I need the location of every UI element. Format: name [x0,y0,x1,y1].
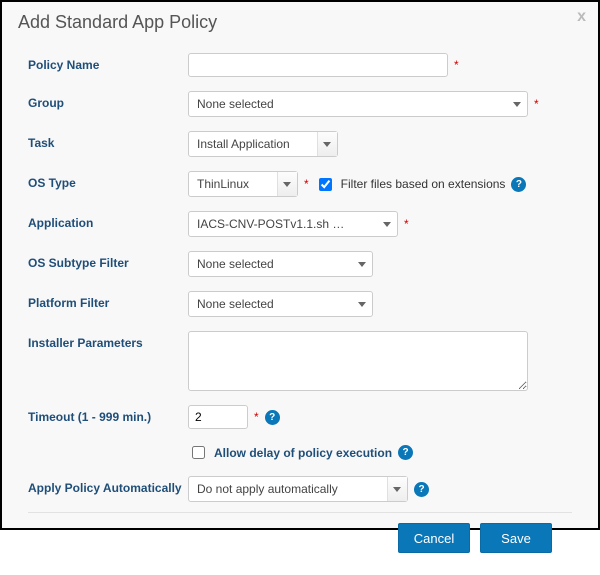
row-policy-name: Policy Name * [28,53,572,77]
help-icon[interactable]: ? [398,445,413,460]
os-subtype-select[interactable]: None selected [188,251,373,277]
close-icon[interactable]: x [577,8,586,26]
row-group: Group None selected * [28,91,572,117]
row-task: Task Install Application [28,131,572,157]
footer-divider [28,512,572,513]
dialog-body: Policy Name * Group None selected * Task [2,41,598,575]
row-application: Application IACS-CNV-POSTv1.1.sh (2 Repo… [28,211,572,237]
row-allow-delay: Allow delay of policy execution ? [28,443,572,462]
label-task: Task [28,131,188,150]
application-select-text: IACS-CNV-POSTv1.1.sh (2 Reposi [189,212,367,236]
required-mark: * [304,177,309,191]
label-timeout: Timeout (1 - 999 min.) [28,405,188,424]
spacer-label [28,443,188,448]
filter-files-label: Filter files based on extensions [341,177,506,191]
help-icon[interactable]: ? [414,482,429,497]
apply-auto-select-text: Do not apply automatically [189,477,360,501]
filter-files-checkbox[interactable] [319,178,332,191]
application-select[interactable]: IACS-CNV-POSTv1.1.sh (2 Reposi [188,211,398,237]
row-platform: Platform Filter None selected [28,291,572,317]
row-os-subtype: OS Subtype Filter None selected [28,251,572,277]
row-os-type: OS Type ThinLinux * Filter files based o… [28,171,572,197]
row-apply-auto: Apply Policy Automatically Do not apply … [28,476,572,502]
dialog-header: Add Standard App Policy x [2,2,598,41]
timeout-input[interactable] [188,405,248,429]
platform-select-text: None selected [189,292,296,316]
help-icon[interactable]: ? [511,177,526,192]
save-button[interactable]: Save [480,523,552,553]
required-mark: * [454,58,459,72]
task-select[interactable]: Install Application [188,131,338,157]
platform-select[interactable]: None selected [188,291,373,317]
apply-auto-select[interactable]: Do not apply automatically [188,476,408,502]
allow-delay-checkbox[interactable] [192,446,205,459]
allow-delay-label: Allow delay of policy execution [214,446,392,460]
required-mark: * [534,97,539,111]
cancel-button[interactable]: Cancel [398,523,470,553]
os-subtype-select-text: None selected [189,252,296,276]
chevron-down-icon [393,487,401,492]
installer-params-textarea[interactable] [188,331,528,391]
chevron-down-icon [513,102,521,107]
label-platform: Platform Filter [28,291,188,310]
label-installer-params: Installer Parameters [28,331,188,350]
os-type-select[interactable]: ThinLinux [188,171,298,197]
row-timeout: Timeout (1 - 999 min.) * ? [28,405,572,429]
group-select-text: None selected [189,92,296,116]
policy-name-input[interactable] [188,53,448,77]
chevron-down-icon [383,222,391,227]
chevron-down-icon [323,142,331,147]
label-os-subtype: OS Subtype Filter [28,251,188,270]
chevron-down-icon [283,182,291,187]
row-installer-params: Installer Parameters [28,331,572,391]
label-application: Application [28,211,188,230]
label-policy-name: Policy Name [28,53,188,72]
group-select[interactable]: None selected [188,91,528,117]
chevron-down-icon [358,262,366,267]
required-mark: * [404,217,409,231]
os-type-select-text: ThinLinux [189,172,271,196]
help-icon[interactable]: ? [265,410,280,425]
dialog-title: Add Standard App Policy [18,12,217,32]
label-apply-auto: Apply Policy Automatically [28,476,188,495]
add-standard-app-policy-dialog: Add Standard App Policy x Policy Name * … [0,0,600,530]
required-mark: * [254,410,259,424]
task-select-text: Install Application [189,132,312,156]
label-group: Group [28,91,188,110]
label-os-type: OS Type [28,171,188,190]
chevron-down-icon [358,302,366,307]
